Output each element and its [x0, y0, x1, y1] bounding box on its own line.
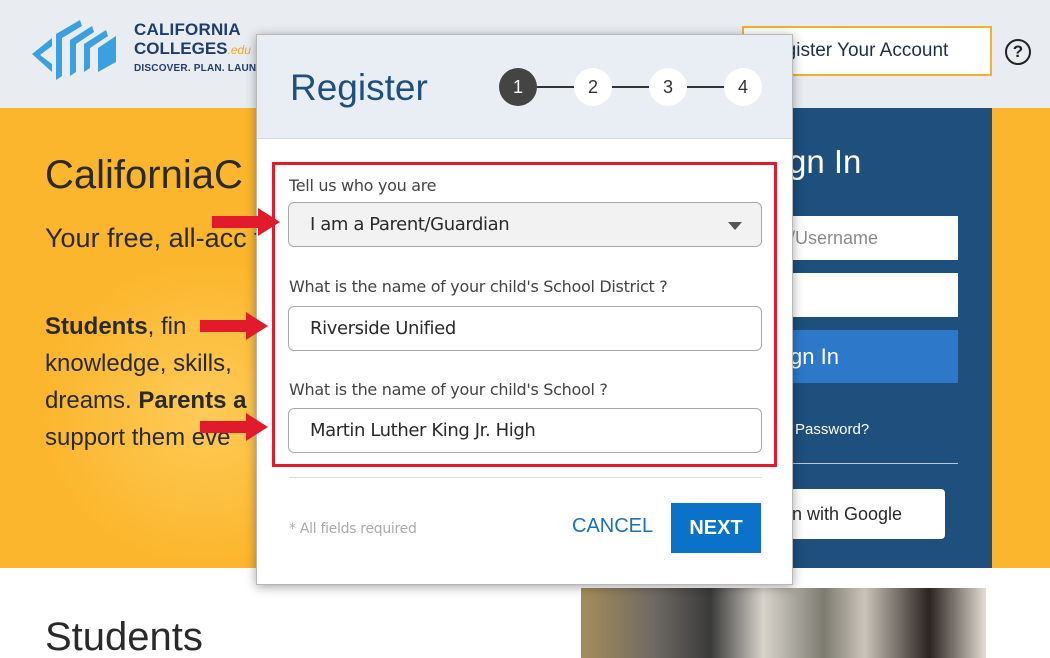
- california-colleges-logo[interactable]: [30, 14, 120, 86]
- modal-header: Register 1 2 3 4: [257, 35, 792, 139]
- red-arrow-icon: [200, 413, 268, 441]
- brand-suffix: .edu: [227, 43, 251, 57]
- step-progress: 1 2 3 4: [499, 68, 762, 106]
- students-photo: [581, 588, 986, 658]
- password-input[interactable]: [780, 273, 958, 317]
- hero-title: CaliforniaC: [45, 153, 243, 197]
- school-label: What is the name of your child's School …: [289, 380, 608, 399]
- next-button[interactable]: NEXT: [671, 503, 761, 553]
- sign-in-with-google-button[interactable]: n with Google: [780, 489, 945, 539]
- chevron-down-icon: [728, 222, 742, 230]
- school-district-label: What is the name of your child's School …: [289, 277, 668, 296]
- required-fields-note: * All fields required: [289, 521, 417, 537]
- brand-line2: COLLEGES.edu: [134, 39, 264, 59]
- step-connector: [537, 86, 574, 88]
- red-arrow-icon: [212, 208, 280, 236]
- brand-colleges: COLLEGES: [134, 39, 228, 58]
- email-username-input[interactable]: /Username: [780, 216, 958, 260]
- who-you-are-label: Tell us who you are: [289, 176, 437, 195]
- brand-line1: CALIFORNIA: [134, 20, 241, 39]
- hero-body-part1: , fin: [147, 313, 187, 340]
- sign-in-divider: [780, 463, 958, 464]
- students-section-heading: Students: [45, 615, 203, 658]
- sign-in-button[interactable]: gn In: [780, 330, 958, 383]
- red-arrow-icon: [200, 312, 268, 340]
- who-you-are-select[interactable]: I am a Parent/Guardian: [288, 202, 762, 247]
- who-you-are-value: I am a Parent/Guardian: [310, 214, 510, 235]
- sign-in-title: gn In: [788, 143, 862, 180]
- hero-parents-bold: Parents a: [138, 387, 247, 414]
- step-1: 1: [499, 68, 537, 106]
- step-connector: [687, 86, 724, 88]
- cancel-button[interactable]: CANCEL: [572, 515, 653, 538]
- step-3: 3: [649, 68, 687, 106]
- modal-footer-divider: [289, 477, 762, 478]
- hero-students-bold: Students: [45, 313, 148, 340]
- register-modal: Register 1 2 3 4 Tell us who you are I a…: [256, 34, 793, 585]
- brand-wordmark: CALIFORNIA COLLEGES.edu DISCOVER. PLAN. …: [134, 20, 264, 74]
- school-district-input[interactable]: Riverside Unified: [288, 306, 762, 351]
- school-input[interactable]: Martin Luther King Jr. High: [288, 408, 762, 453]
- step-connector: [612, 86, 649, 88]
- hero-right-strip: [1005, 108, 1050, 568]
- help-icon[interactable]: ?: [1005, 39, 1031, 65]
- forgot-password-link[interactable]: Password?: [795, 421, 869, 438]
- brand-tagline: DISCOVER. PLAN. LAUNC: [134, 63, 264, 74]
- step-4: 4: [724, 68, 762, 106]
- modal-title: Register: [290, 67, 428, 108]
- step-2: 2: [574, 68, 612, 106]
